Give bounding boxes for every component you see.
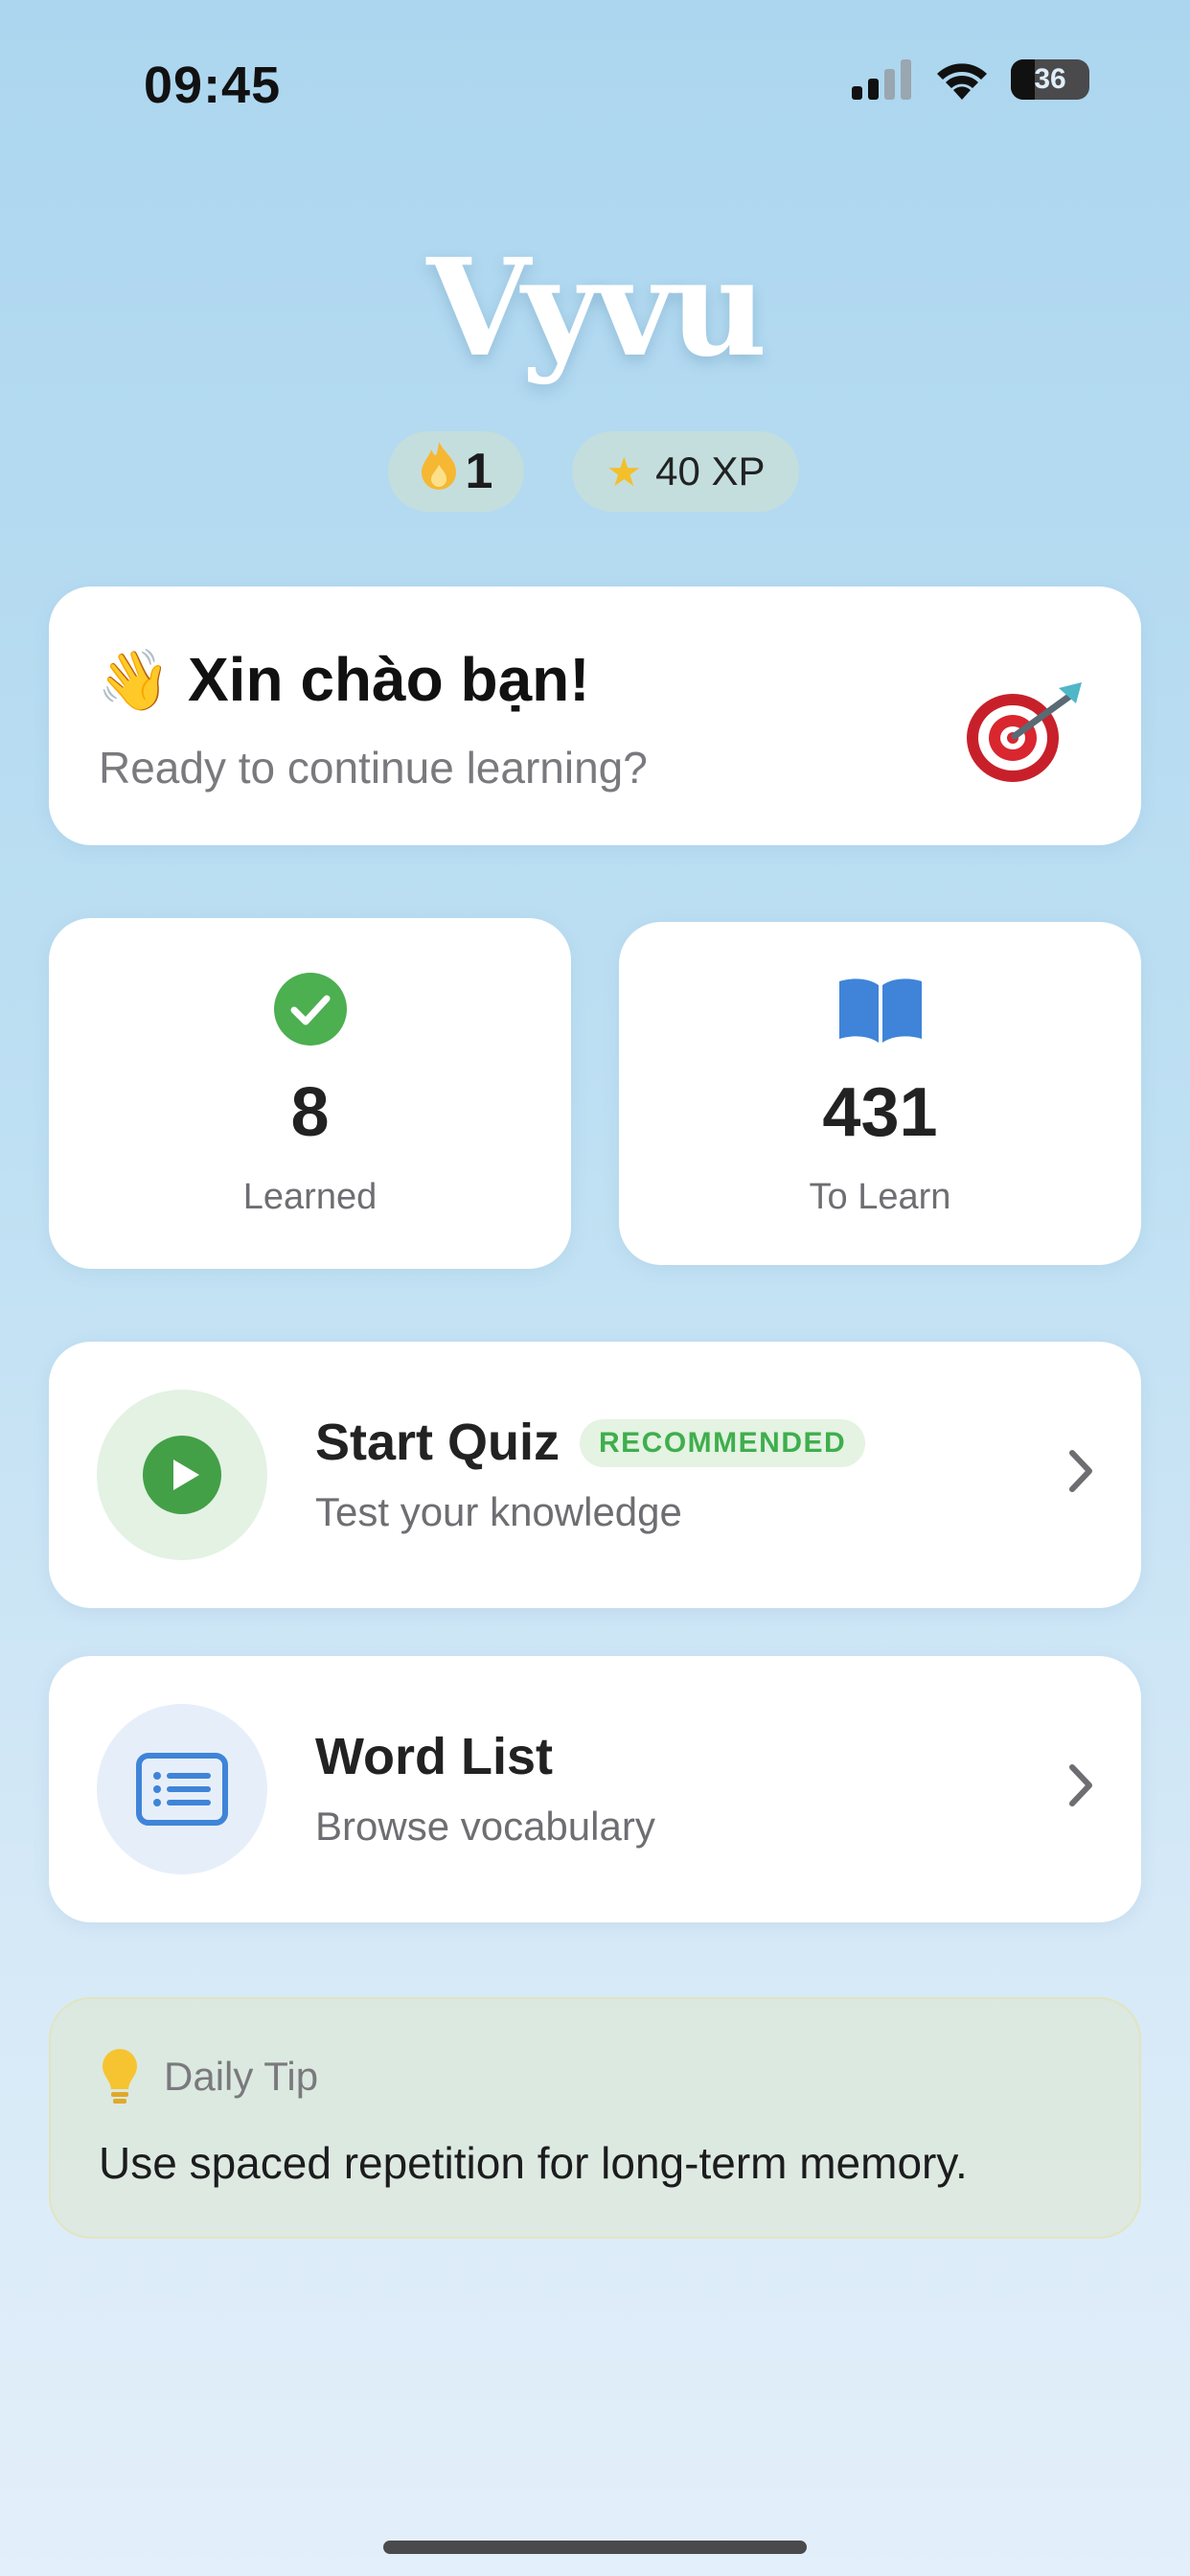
- app-title: Vyvu: [426, 230, 767, 387]
- learned-label: Learned: [242, 1177, 378, 1217]
- word-list-icon-circle: [97, 1704, 267, 1874]
- target-icon: [967, 682, 1082, 782]
- daily-tip-header: Daily Tip: [101, 2047, 318, 2106]
- to-learn-label: To Learn: [809, 1177, 951, 1217]
- battery-icon: 36: [1011, 59, 1089, 100]
- daily-tip-text: Use spaced repetition for long-term memo…: [99, 2138, 968, 2188]
- word-list-button[interactable]: Word List Browse vocabulary: [49, 1656, 1141, 1922]
- lightbulb-icon: [103, 2049, 137, 2104]
- xp-pill: ★ 40 XP: [572, 431, 799, 512]
- to-learn-stat-card[interactable]: 431 To Learn: [619, 922, 1141, 1265]
- learned-count: 8: [290, 1074, 330, 1151]
- xp-value: 40 XP: [655, 448, 766, 494]
- learned-stat-card[interactable]: 8 Learned: [49, 918, 571, 1269]
- chevron-right-icon: [1069, 1764, 1092, 1806]
- daily-tip-label: Daily Tip: [164, 2054, 319, 2099]
- streak-count: 1: [465, 444, 493, 499]
- wifi-icon: [937, 63, 987, 100]
- status-time: 09:45: [144, 57, 282, 114]
- star-icon: ★: [606, 448, 643, 494]
- signal-icon: [852, 59, 911, 100]
- recommended-badge: RECOMMENDED: [580, 1419, 866, 1467]
- greeting-title: 👋 Xin chào bạn!: [97, 644, 590, 716]
- chevron-right-icon: [1069, 1450, 1092, 1492]
- list-icon: [136, 1753, 228, 1826]
- daily-tip-card: Daily Tip Use spaced repetition for long…: [49, 1997, 1141, 2239]
- greeting-card: 👋 Xin chào bạn! Ready to continue learni…: [49, 586, 1141, 845]
- streak-pill: 1: [388, 431, 524, 512]
- battery-level: 36: [1034, 63, 1066, 95]
- wave-icon: 👋: [97, 648, 172, 714]
- play-icon: [143, 1436, 221, 1514]
- greeting-subtitle: Ready to continue learning?: [99, 743, 648, 793]
- word-list-subtitle: Browse vocabulary: [315, 1804, 655, 1849]
- start-quiz-button[interactable]: Start Quiz RECOMMENDED Test your knowled…: [49, 1342, 1141, 1608]
- start-quiz-title: Start Quiz: [315, 1414, 561, 1471]
- check-circle-icon: [273, 973, 347, 1046]
- greeting-text: Xin chào bạn!: [187, 645, 590, 714]
- flame-icon: [420, 440, 458, 503]
- status-icons: 36: [852, 59, 1089, 100]
- home-indicator[interactable]: [383, 2541, 807, 2554]
- start-quiz-subtitle: Test your knowledge: [315, 1489, 682, 1534]
- quiz-icon-circle: [97, 1390, 267, 1560]
- word-list-title: Word List: [315, 1728, 553, 1785]
- to-learn-count: 431: [822, 1074, 938, 1151]
- book-icon: [838, 978, 922, 1043]
